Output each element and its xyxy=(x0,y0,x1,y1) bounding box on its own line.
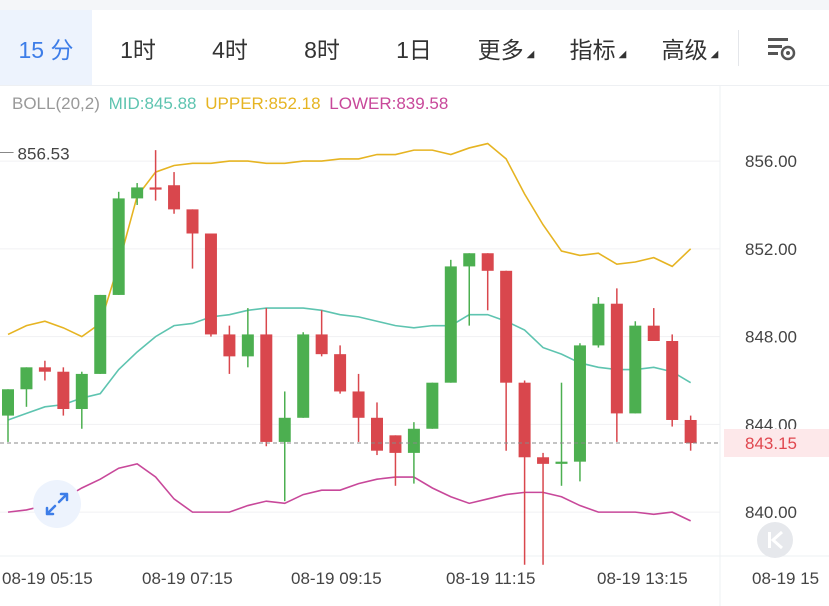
candle-body[interactable] xyxy=(407,428,420,453)
expand-icon xyxy=(45,492,69,516)
y-tick-label: 848.00 xyxy=(745,328,797,347)
candle-body[interactable] xyxy=(223,334,236,357)
chart-settings-icon xyxy=(768,38,796,61)
y-tick-label: 856.00 xyxy=(745,152,797,171)
candle-body[interactable] xyxy=(38,367,51,372)
x-tick-label: 08-19 05:15 xyxy=(2,569,93,588)
candle-body[interactable] xyxy=(315,334,328,355)
candle-body[interactable] xyxy=(463,253,476,267)
tab-label: 8时 xyxy=(304,36,340,63)
candle-body[interactable] xyxy=(352,391,365,418)
candle-body[interactable] xyxy=(297,334,310,418)
candle-body[interactable] xyxy=(260,334,273,442)
tab-divider xyxy=(738,30,739,66)
candle-body[interactable] xyxy=(555,461,568,464)
candle-body[interactable] xyxy=(629,325,642,414)
candle-body[interactable] xyxy=(57,371,70,410)
tab-more[interactable]: 更多 ◢ xyxy=(460,10,552,85)
scroll-to-latest-icon xyxy=(768,530,783,550)
dropdown-triangle-icon: ◢ xyxy=(710,49,719,60)
tab-indicators[interactable]: 指标 ◢ xyxy=(552,10,644,85)
candle-body[interactable] xyxy=(112,198,125,295)
y-tick-label: 852.00 xyxy=(745,240,797,259)
candle-body[interactable] xyxy=(500,270,513,383)
chart-settings-button[interactable] xyxy=(760,30,800,66)
candle-body[interactable] xyxy=(666,341,679,420)
candle-body[interactable] xyxy=(371,417,383,451)
scroll-to-latest-button[interactable] xyxy=(757,522,793,558)
dropdown-triangle-icon: ◢ xyxy=(526,49,535,60)
candle-body[interactable] xyxy=(481,253,494,271)
candle-body[interactable] xyxy=(278,417,291,442)
candle-body[interactable] xyxy=(204,233,217,335)
tab-8h[interactable]: 8时 xyxy=(276,10,368,85)
candle-body[interactable] xyxy=(168,185,181,210)
candle-body[interactable] xyxy=(573,345,586,462)
timeframe-tabbar: 15 分 1时 4时 8时 1日 更多 ◢ 指标 ◢ 高级 ◢ xyxy=(0,0,829,86)
x-tick-label: 08-19 13:15 xyxy=(597,569,688,588)
candle-body[interactable] xyxy=(610,303,623,414)
dropdown-triangle-icon: ◢ xyxy=(618,49,627,60)
high-marker-label: 856.53 xyxy=(18,144,70,163)
expand-chart-button[interactable] xyxy=(33,480,81,528)
candle-body[interactable] xyxy=(647,325,660,341)
tab-label: 15 分 xyxy=(18,36,74,63)
candle-body[interactable] xyxy=(149,187,162,190)
candle-body[interactable] xyxy=(20,367,33,390)
candle-body[interactable] xyxy=(537,457,550,464)
candle-body[interactable] xyxy=(186,209,199,234)
candle-body[interactable] xyxy=(518,382,531,458)
tab-label: 更多 xyxy=(477,36,524,63)
tab-label: 1日 xyxy=(396,36,432,63)
candle-body[interactable] xyxy=(389,435,402,453)
tab-4h[interactable]: 4时 xyxy=(184,10,276,85)
boll-mid-line xyxy=(7,307,692,421)
tab-label: 指标 xyxy=(569,36,616,63)
x-tick-label: 08-19 15 xyxy=(752,569,819,588)
tab-15min[interactable]: 15 分 xyxy=(0,10,92,85)
tab-label: 高级 xyxy=(661,36,708,63)
current-price-label: 843.15 xyxy=(745,434,797,453)
candle-body[interactable] xyxy=(684,419,697,444)
tab-1h[interactable]: 1时 xyxy=(92,10,184,85)
candle-body[interactable] xyxy=(592,303,605,346)
tab-advanced[interactable]: 高级 ◢ xyxy=(644,10,736,85)
candle-body[interactable] xyxy=(75,373,88,410)
candlestick-chart[interactable]: 856.00852.00848.00844.00840.00856.53837.… xyxy=(0,86,829,606)
candle-body[interactable] xyxy=(131,187,144,199)
candle-body[interactable] xyxy=(2,389,14,416)
candle-body[interactable] xyxy=(426,382,439,429)
candle-body[interactable] xyxy=(94,294,107,374)
x-tick-label: 08-19 09:15 xyxy=(291,569,382,588)
candle-body[interactable] xyxy=(334,354,347,392)
candle-body[interactable] xyxy=(241,334,254,357)
boll-upper-line xyxy=(7,142,692,338)
tab-label: 4时 xyxy=(212,36,248,63)
y-tick-label: 840.00 xyxy=(745,503,797,522)
top-strip xyxy=(0,0,829,10)
tab-1d[interactable]: 1日 xyxy=(368,10,460,85)
x-tick-label: 08-19 11:15 xyxy=(446,569,535,588)
candle-body[interactable] xyxy=(444,266,457,383)
tab-label: 1时 xyxy=(120,36,156,63)
x-tick-label: 08-19 07:15 xyxy=(142,569,233,588)
